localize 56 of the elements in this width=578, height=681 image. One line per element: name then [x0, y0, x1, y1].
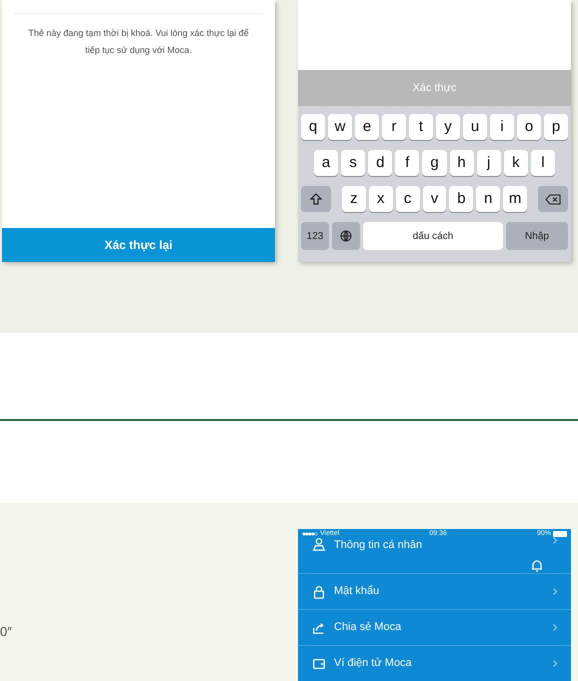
key[interactable]: m [503, 186, 528, 212]
backspace-key[interactable] [538, 186, 568, 212]
space-key[interactable]: dấu cách [363, 222, 503, 250]
key[interactable]: h [450, 150, 474, 176]
key[interactable]: v [422, 186, 446, 212]
globe-icon [340, 230, 352, 242]
menu-item[interactable]: Mật khẩu [298, 573, 571, 609]
key[interactable]: i [490, 114, 514, 140]
key[interactable]: e [355, 114, 379, 140]
key[interactable]: j [476, 150, 501, 176]
key[interactable]: x [368, 186, 393, 212]
menu-item[interactable]: Thông tin cá nhân [298, 537, 571, 573]
return-key[interactable]: Nhập [506, 222, 568, 250]
text-fragment: 0″ [0, 622, 12, 640]
key[interactable]: n [476, 186, 500, 212]
chevron-icon [553, 588, 557, 595]
key[interactable]: b [449, 186, 474, 212]
key[interactable]: p [544, 114, 568, 140]
key[interactable]: r [382, 114, 406, 140]
lock-icon [312, 584, 326, 598]
lock-message: Thẻ này đang tạm thời bị khoá. Vui lòng xác thực lại để tiếp tục sử dụng với Moca. [27, 27, 250, 57]
chevron-icon [553, 537, 557, 544]
key[interactable]: a [314, 150, 338, 176]
key[interactable]: f [395, 150, 420, 176]
share-icon [312, 620, 326, 634]
menu-label: Thông tin cá nhân [334, 538, 424, 553]
menu-item[interactable]: Ví điện tử Moca [298, 645, 571, 681]
menu-item[interactable]: Chia sẻ Moca [298, 609, 571, 645]
numbers-key[interactable]: 123 [301, 222, 329, 250]
shift-icon [310, 193, 322, 205]
key[interactable]: q [301, 114, 325, 140]
bell-icon [531, 559, 543, 572]
battery-icon [552, 531, 567, 537]
key[interactable]: g [422, 150, 447, 176]
key[interactable]: u [463, 114, 487, 140]
key[interactable]: z [342, 186, 366, 212]
person-icon [312, 537, 326, 551]
key[interactable]: l [530, 150, 555, 176]
chevron-icon [553, 624, 557, 631]
key[interactable]: o [517, 114, 541, 140]
key[interactable]: w [328, 114, 352, 140]
menu-label: Mật khẩu [334, 584, 380, 600]
key[interactable]: y [436, 114, 460, 140]
signal-icon [302, 532, 318, 536]
key[interactable]: c [396, 186, 420, 212]
wallet-icon [312, 656, 326, 670]
key[interactable]: d [368, 150, 392, 176]
globe-key[interactable] [332, 222, 360, 250]
key[interactable]: t [409, 114, 433, 140]
key[interactable]: s [341, 150, 366, 176]
menu-label: Chia sẻ Moca [334, 620, 402, 636]
backspace-icon [545, 194, 561, 204]
key[interactable]: k [504, 150, 528, 176]
shift-key[interactable] [301, 186, 331, 212]
chevron-icon [553, 660, 557, 667]
menu-label: Ví điện tử Moca [334, 656, 413, 672]
